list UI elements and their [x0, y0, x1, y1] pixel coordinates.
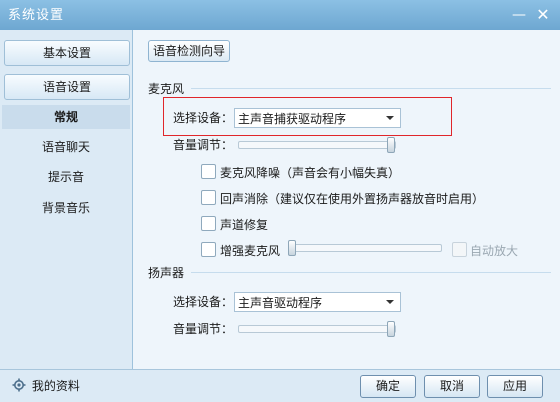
mic-device-value: 主声音捕获驱动程序	[238, 112, 347, 126]
sidebar: 基本设置 语音设置 常规 语音聊天 提示音 背景音乐	[0, 30, 133, 369]
sidebar-item-general[interactable]: 常规	[2, 105, 130, 129]
auto-amplify-label: 自动放大	[470, 244, 519, 258]
main-panel: 语音检测向导 麦克风 选择设备： 主声音捕获驱动程序 音量调节： 麦克风降噪（声…	[133, 30, 560, 369]
my-profile-link[interactable]: 我的资料	[12, 377, 80, 394]
sidebar-item-voice-chat[interactable]: 语音聊天	[2, 135, 130, 159]
section-divider	[191, 88, 551, 89]
echo-cancel-label: 回声消除（建议仅在使用外置扬声器放音时启用）	[220, 192, 485, 206]
noise-reduction-label: 麦克风降噪（声音会有小幅失真）	[220, 166, 401, 180]
chevron-down-icon	[386, 300, 394, 304]
speaker-device-value: 主声音驱动程序	[238, 296, 323, 310]
ok-button[interactable]: 确定	[360, 375, 416, 398]
boost-mic-checkbox[interactable]	[201, 242, 216, 257]
mic-device-label: 选择设备：	[173, 111, 234, 125]
speaker-volume-thumb[interactable]	[386, 321, 395, 337]
boost-mic-slider[interactable]	[288, 244, 442, 252]
close-icon[interactable]: ✕	[534, 6, 552, 24]
apply-button[interactable]: 应用	[487, 375, 543, 398]
boost-mic-label: 增强麦克风	[220, 244, 281, 258]
chevron-down-icon	[386, 116, 394, 120]
mic-device-select[interactable]: 主声音捕获驱动程序	[234, 108, 401, 128]
my-profile-label: 我的资料	[31, 379, 80, 393]
sidebar-item-notification-sound[interactable]: 提示音	[2, 165, 130, 189]
sidebar-item-background-music[interactable]: 背景音乐	[2, 196, 130, 220]
settings-window: 系统设置 — ✕ 基本设置 语音设置 常规 语音聊天 提示音 背景音乐 语音检测…	[0, 0, 560, 402]
sidebar-button-voice-settings[interactable]: 语音设置	[4, 74, 130, 100]
noise-reduction-checkbox[interactable]	[201, 164, 216, 179]
auto-amplify-checkbox[interactable]	[452, 242, 467, 257]
footer-bar: 我的资料 确定 取消 应用	[0, 369, 560, 402]
echo-cancel-checkbox[interactable]	[201, 190, 216, 205]
boost-mic-thumb[interactable]	[288, 240, 296, 256]
mic-volume-thumb[interactable]	[386, 137, 395, 153]
minimize-icon[interactable]: —	[510, 6, 528, 24]
mic-volume-label: 音量调节：	[173, 138, 234, 152]
sidebar-button-basic-settings[interactable]: 基本设置	[4, 40, 130, 66]
speaker-device-select[interactable]: 主声音驱动程序	[234, 292, 401, 312]
speaker-volume-slider[interactable]	[238, 325, 396, 333]
speaker-device-label: 选择设备：	[173, 295, 234, 309]
microphone-section-title: 麦克风	[148, 82, 185, 96]
section-divider	[191, 272, 551, 273]
speaker-volume-label: 音量调节：	[173, 322, 234, 336]
cancel-button[interactable]: 取消	[424, 375, 480, 398]
channel-repair-checkbox[interactable]	[201, 216, 216, 231]
window-title: 系统设置	[8, 8, 65, 23]
title-bar[interactable]: 系统设置 — ✕	[0, 0, 560, 30]
mic-volume-slider[interactable]	[238, 141, 396, 149]
speaker-section-title: 扬声器	[148, 266, 185, 280]
channel-repair-label: 声道修复	[220, 218, 269, 232]
voice-detection-wizard-button[interactable]: 语音检测向导	[148, 40, 230, 62]
gear-icon	[12, 378, 26, 392]
